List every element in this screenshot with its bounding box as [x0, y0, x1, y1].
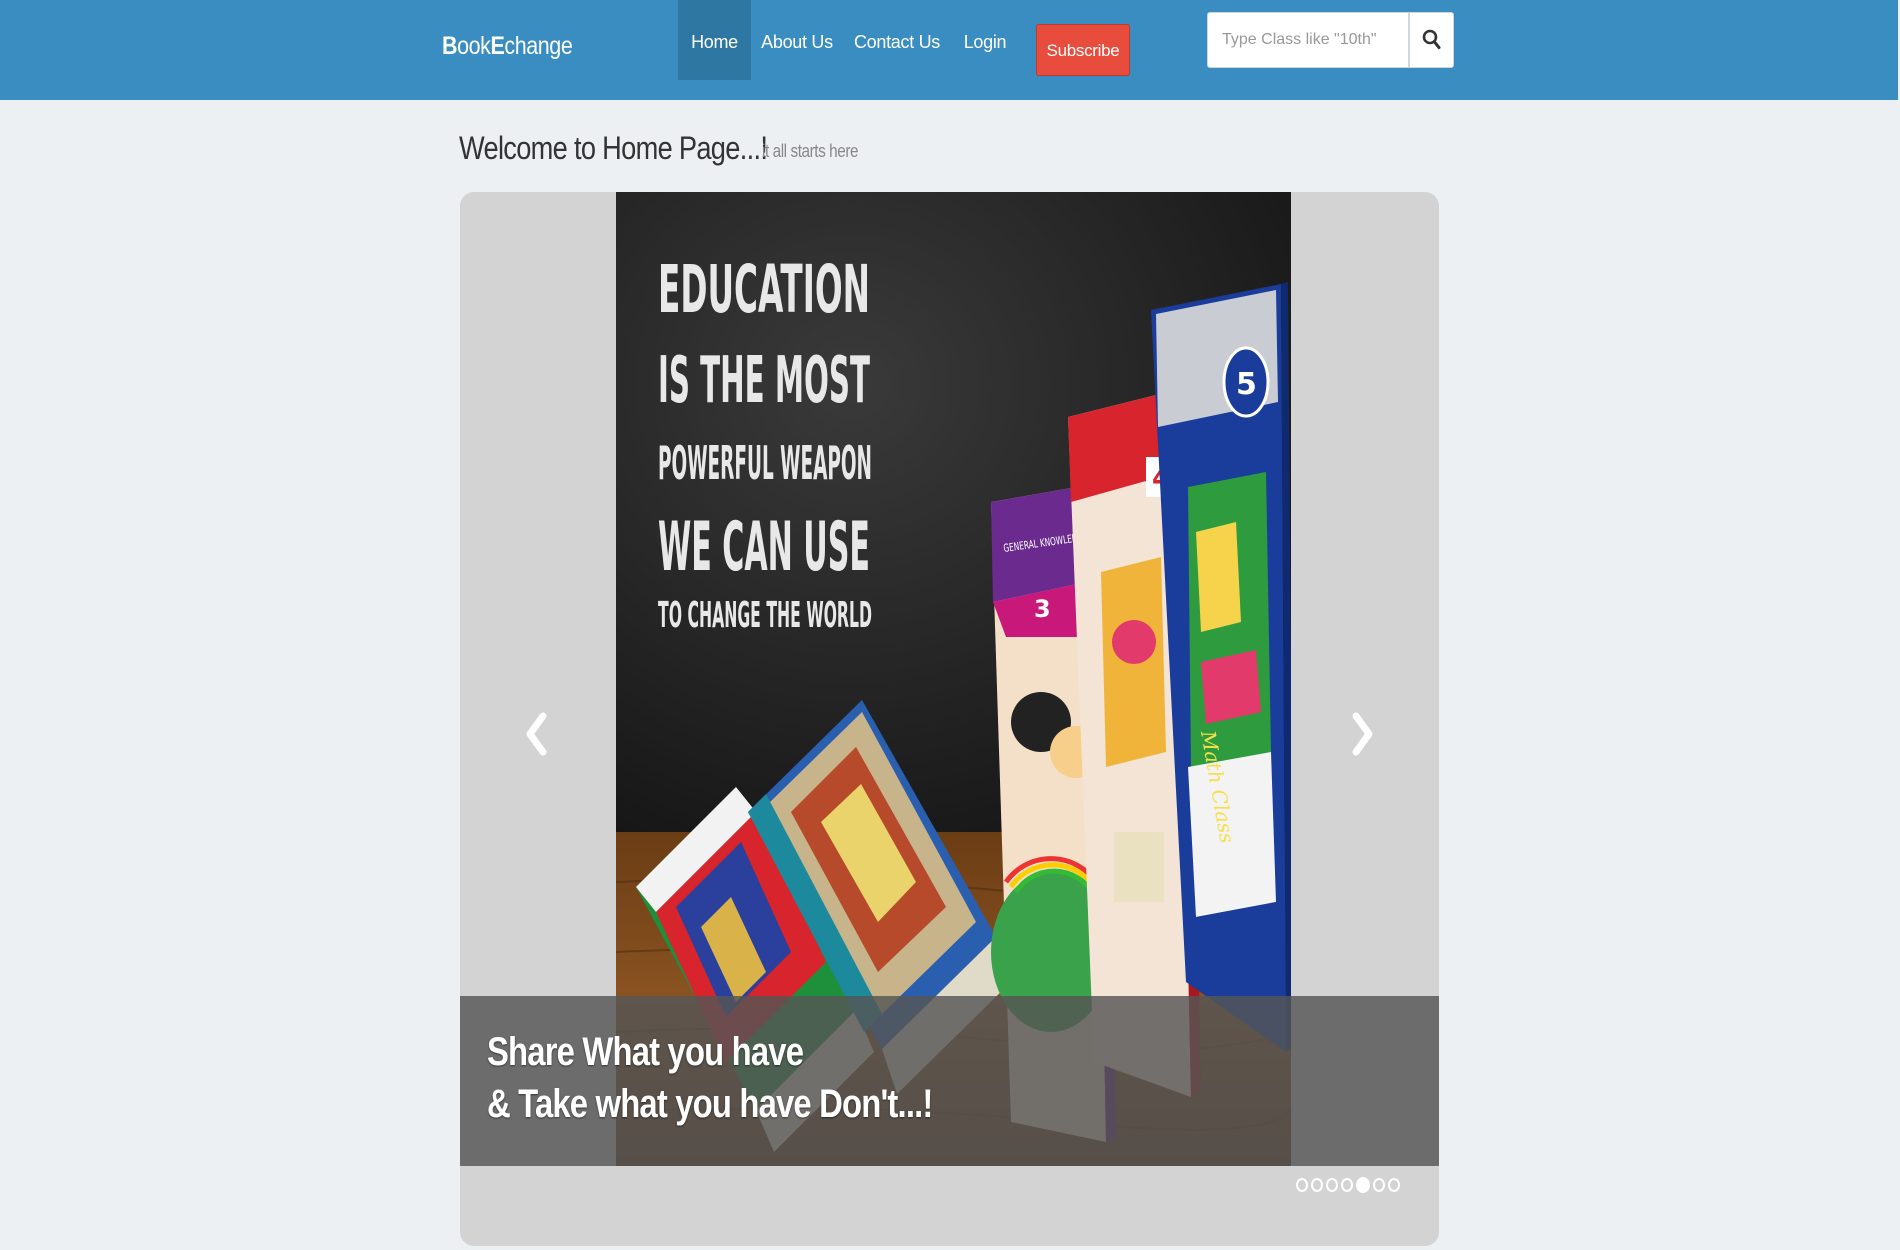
chevron-right-icon: [1352, 712, 1373, 756]
page-header: Welcome to Home Page...! it all starts h…: [459, 126, 859, 170]
image-carousel: EDUCATION IS THE MOST POWERFUL WEAPON WE…: [460, 192, 1439, 1246]
chevron-left-icon: [526, 712, 547, 756]
carousel-indicator-5[interactable]: [1356, 1177, 1370, 1193]
book-grade-3-number: 3: [1034, 595, 1051, 623]
carousel-indicators: [1296, 1177, 1400, 1194]
search-button[interactable]: [1409, 12, 1454, 68]
nav-home[interactable]: Home: [678, 0, 751, 80]
caption-line-2: & Take what you have Don't...!: [487, 1082, 933, 1126]
nav-contact-us-label: Contact Us: [853, 32, 941, 52]
nav-home-label: Home: [691, 32, 738, 52]
carousel-caption: Share What you have & Take what you have…: [460, 996, 1439, 1166]
nav-contact-us[interactable]: Contact Us: [852, 0, 942, 80]
carousel-indicator-7[interactable]: [1388, 1178, 1400, 1192]
carousel-indicator-3[interactable]: [1326, 1178, 1338, 1192]
nav-about-us[interactable]: About Us: [757, 0, 837, 80]
carousel-indicator-4[interactable]: [1341, 1178, 1353, 1192]
nav-login-label: Login: [963, 32, 1007, 52]
nav-login[interactable]: Login: [957, 0, 1013, 80]
brand-logo[interactable]: BookEchange: [442, 26, 573, 66]
quote-line-5: TO CHANGE THE WORLD: [658, 595, 872, 636]
quote-line-3: POWERFUL WEAPON: [658, 436, 872, 490]
search-icon: [1422, 29, 1440, 50]
quote-line-4: WE CAN USE: [658, 508, 870, 587]
quote-line-1: EDUCATION: [658, 251, 870, 328]
page-title: Welcome to Home Page...!: [459, 130, 768, 166]
nav-about-us-label: About Us: [761, 32, 833, 52]
carousel-indicator-1[interactable]: [1296, 1178, 1308, 1192]
carousel-prev-button[interactable]: [514, 702, 558, 766]
carousel-indicator-2[interactable]: [1311, 1178, 1323, 1192]
subscribe-button[interactable]: Subscribe: [1036, 24, 1130, 76]
quote-line-2: IS THE MOST: [658, 344, 870, 418]
carousel-next-button[interactable]: [1341, 702, 1385, 766]
carousel-indicator-6[interactable]: [1373, 1178, 1385, 1192]
book-grade-5-number: 5: [1236, 367, 1257, 402]
caption-line-1: Share What you have: [487, 1030, 804, 1074]
top-navbar: BookEchange Home About Us Contact Us Log…: [0, 0, 1898, 100]
class-search-input[interactable]: [1207, 12, 1409, 68]
page-subtitle: it all starts here: [762, 141, 859, 161]
